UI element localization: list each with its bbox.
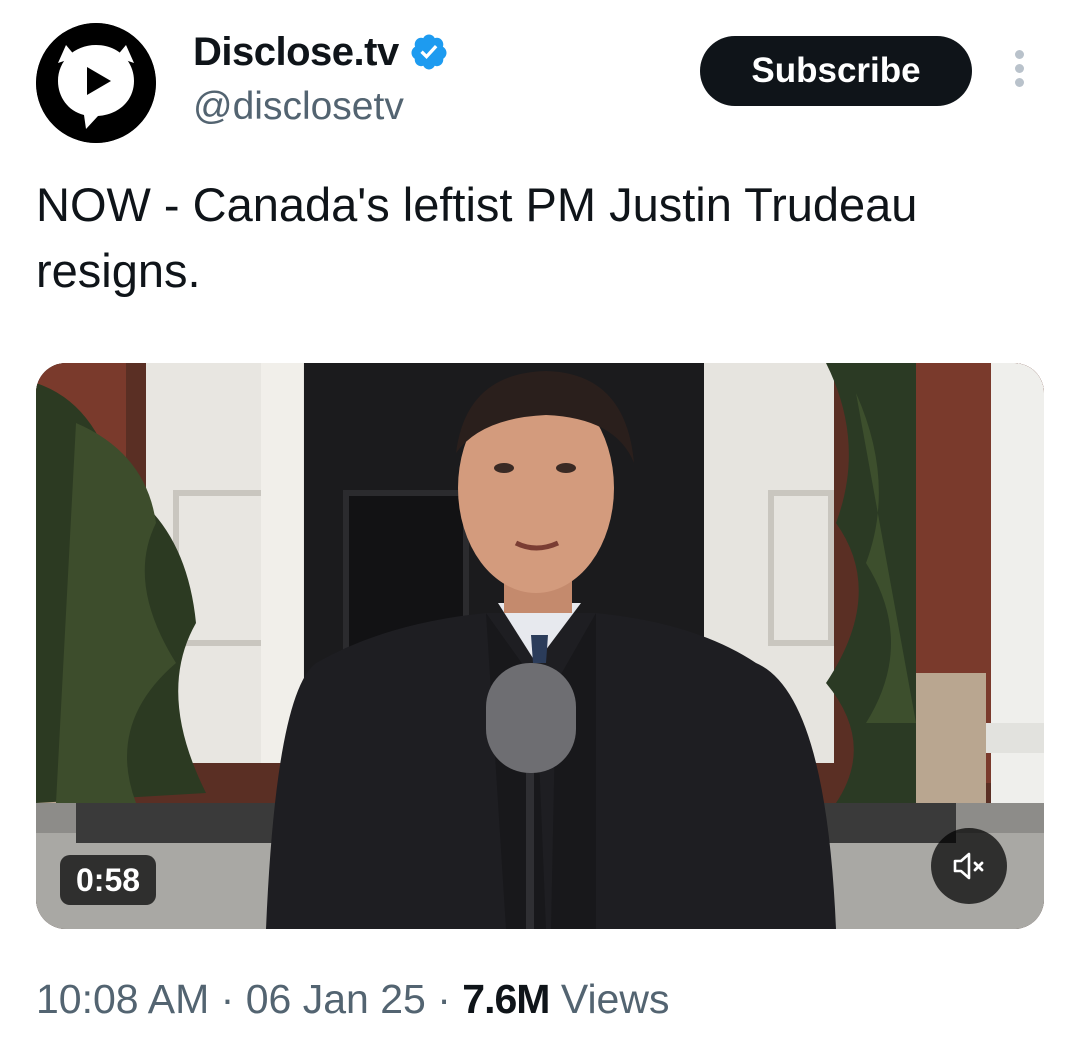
tweet-meta: 10:08 AM · 06 Jan 25 · 7.6M Views [36,973,669,1025]
author-display-name[interactable]: Disclose.tv [193,27,399,77]
views-label: Views [560,976,670,1022]
tweet-text: NOW - Canada's leftist PM Justin Trudeau… [36,178,918,297]
author-name-row[interactable]: Disclose.tv [193,27,449,77]
views-count: 7.6M [462,976,550,1022]
author-handle[interactable]: @disclosetv [193,84,404,130]
subscribe-button[interactable]: Subscribe [700,36,972,106]
play-speech-bubble-logo-icon [36,23,156,143]
more-options-icon[interactable] [1004,50,1034,94]
meta-separator: · [437,976,451,1022]
tweet-date[interactable]: 06 Jan 25 [246,976,426,1022]
video-player[interactable]: 0:58 [36,363,1044,929]
video-duration-badge: 0:58 [60,855,157,905]
video-thumbnail [36,363,1044,929]
verified-badge-icon [409,32,449,72]
tweet-time[interactable]: 10:08 AM [36,976,209,1022]
avatar[interactable] [36,23,156,143]
meta-separator: · [220,976,235,1022]
speaker-muted-icon [953,852,984,880]
mute-toggle-button[interactable] [931,828,1007,904]
